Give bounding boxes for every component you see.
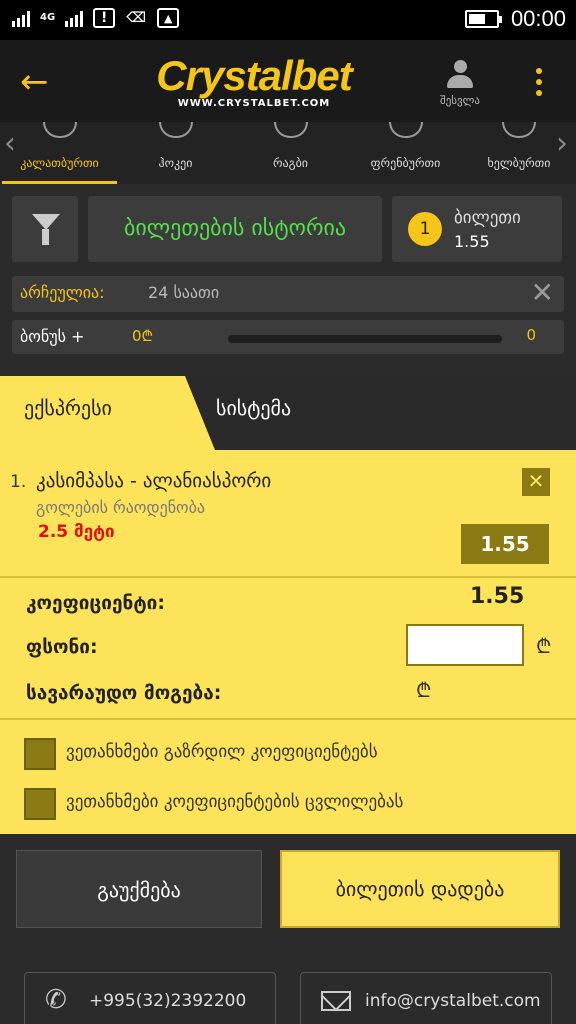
sport-tab-basketball[interactable]: კალათბურთი: [2, 122, 117, 184]
filter-button[interactable]: [12, 196, 78, 262]
ticket-count-badge: 1: [408, 212, 442, 246]
bet-odd: 1.55: [461, 524, 549, 564]
stake-input[interactable]: [406, 624, 524, 666]
login-button[interactable]: შესვლა: [430, 60, 490, 107]
chosen-label: არჩეულია:: [20, 283, 105, 302]
mail-icon: [321, 991, 351, 1011]
tab-system[interactable]: სისტემა: [216, 396, 291, 420]
increase-odds-checkbox[interactable]: [24, 738, 56, 770]
alert-icon: !: [93, 8, 116, 28]
login-label: შესვლა: [440, 94, 480, 107]
image-icon: ▲: [157, 8, 180, 28]
tab-express-label: ექსპრესი: [24, 396, 112, 420]
volleyball-icon: [388, 122, 423, 138]
ticket-odd: 1.55: [454, 232, 490, 251]
signal-icon: [12, 9, 30, 27]
bet-pick: 2.5 მეტი: [38, 522, 115, 542]
sport-tab-rugby[interactable]: რაგბი: [233, 122, 348, 184]
divider: [0, 576, 576, 578]
status-bar: 4G ! ⌫ ▲ 00:00: [0, 0, 576, 40]
sport-tab-volleyball[interactable]: ფრენბურთი: [348, 122, 463, 184]
sport-tab-label: ჰოკეი: [158, 156, 193, 170]
action-area: გაუქმება ბილეთის დადება ✆ +995(32)239220…: [0, 834, 576, 1024]
change-odds-checkbox[interactable]: [24, 788, 56, 820]
rugby-icon: [273, 122, 308, 138]
clock: 00:00: [510, 6, 566, 31]
bonus-label[interactable]: ბონუს +: [20, 327, 84, 346]
back-arrow-icon[interactable]: ←: [20, 62, 60, 102]
logo-text: Crystalbet: [156, 52, 352, 99]
coef-value: 1.55: [470, 584, 525, 609]
coef-label: კოეფიციენტი:: [26, 592, 165, 614]
sport-tab-label: ფრენბურთი: [370, 156, 441, 170]
user-icon: [447, 60, 473, 90]
phone-number: +995(32)2392200: [89, 991, 247, 1011]
increase-odds-label: ვეთანხმები გაზრდილ კოეფიციენტებს: [66, 742, 378, 762]
bet-market: გოლების რაოდენობა: [36, 498, 206, 517]
close-icon[interactable]: ✕: [531, 278, 554, 308]
tab-express[interactable]: ექსპრესი: [0, 376, 215, 450]
win-label: სავარაუდო მოგება:: [26, 682, 222, 704]
stake-label: ფსონი:: [26, 636, 98, 658]
slip-tabs: ექსპრესი სისტემა: [0, 376, 576, 450]
place-bet-button[interactable]: ბილეთის დადება: [280, 850, 560, 928]
bet-number: 1.: [10, 472, 27, 492]
currency-icon: ₾: [536, 634, 552, 658]
ticket-label: ბილეთი: [454, 208, 521, 228]
time-filter-row[interactable]: არჩეულია: 24 საათი ✕: [12, 276, 564, 312]
chosen-value: 24 საათი: [148, 283, 220, 302]
bonus-max: 0: [526, 326, 536, 344]
sports-tabs: ‹ კალათბურთი ჰოკეი რაგბი ფრენბურთი ხელბუ…: [0, 122, 576, 184]
app-header: ← Crystalbet WWW.CRYSTALBET.COM შესვლა: [0, 40, 576, 122]
logo-sub: WWW.CRYSTALBET.COM: [177, 98, 331, 109]
bonus-row: ბონუს + 0₾ 0: [12, 320, 564, 354]
bonus-amount: 0₾: [132, 327, 154, 345]
ticket-history-button[interactable]: ბილეთების ისტორია: [88, 196, 382, 262]
sport-tab-label: კალათბურთი: [20, 156, 99, 170]
chevron-right-icon[interactable]: ›: [556, 126, 568, 161]
phone-contact[interactable]: ✆ +995(32)2392200: [24, 972, 276, 1024]
basketball-icon: [42, 122, 77, 138]
signal-icon-2: [65, 9, 84, 27]
funnel-icon: [32, 214, 60, 230]
app-screen: 4G ! ⌫ ▲ 00:00 ← Crystalbet WWW.CRYSTALB…: [0, 0, 576, 1024]
bet-slip: ექსპრესი სისტემა 1. კასიმპასა - ალანიასპ…: [0, 376, 576, 834]
sport-tab-hockey[interactable]: ჰოკეი: [118, 122, 233, 184]
divider: [0, 718, 576, 720]
ticket-summary[interactable]: 1 ბილეთი 1.55: [392, 196, 562, 262]
logo: Crystalbet WWW.CRYSTALBET.COM: [128, 52, 380, 110]
more-menu-icon[interactable]: [536, 68, 546, 101]
handball-icon: [502, 122, 536, 138]
phone-icon: ✆: [45, 985, 67, 1015]
bet-match: კასიმპასა - ალანიასპორი: [36, 470, 272, 492]
email-address: info@crystalbet.com: [365, 991, 541, 1011]
sport-tab-label: რაგბი: [272, 156, 309, 170]
battery-icon: [464, 10, 502, 28]
clean-icon: ⌫: [126, 10, 147, 26]
bonus-progress-bar: [228, 335, 502, 343]
email-contact[interactable]: info@crystalbet.com: [300, 972, 552, 1024]
cancel-button[interactable]: გაუქმება: [16, 850, 262, 928]
hockey-icon: [158, 122, 193, 138]
change-odds-label: ვეთანხმები კოეფიციენტების ცვლილებას: [66, 792, 404, 812]
remove-bet-icon[interactable]: ✕: [522, 468, 550, 496]
currency-icon: ₾: [416, 678, 432, 702]
network-type: 4G: [40, 12, 56, 23]
